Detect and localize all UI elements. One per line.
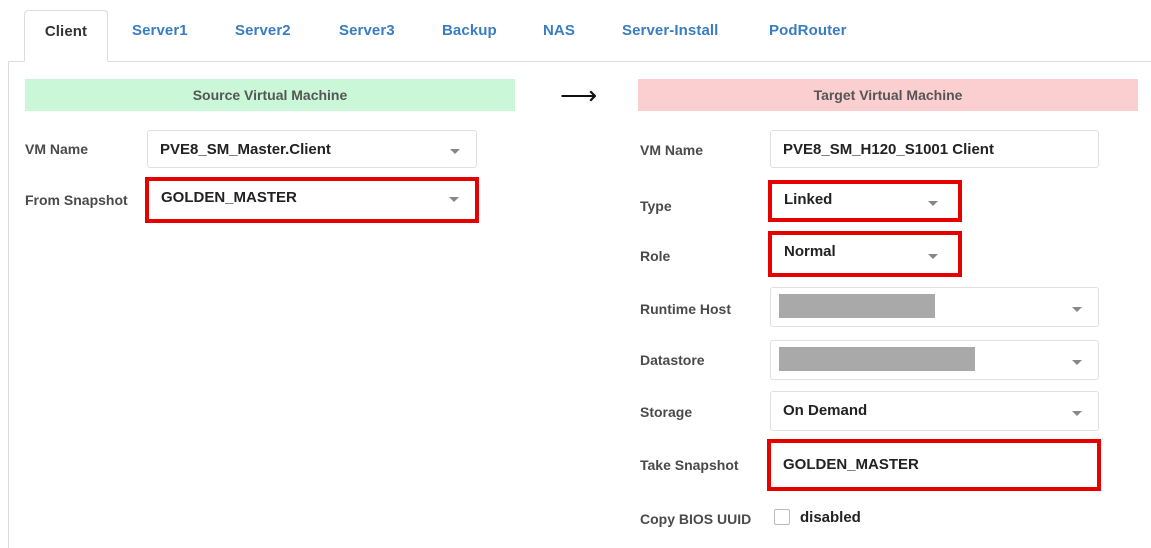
panel-border [8, 61, 9, 548]
source-vm-name-select[interactable]: PVE8_SM_Master.Client [147, 130, 477, 168]
source-vm-name-label: VM Name [25, 141, 89, 157]
target-role-select[interactable]: Normal [772, 235, 958, 273]
target-type-label: Type [640, 198, 672, 214]
target-vm-name-input[interactable]: PVE8_SM_H120_S1001 Client [770, 130, 1099, 168]
target-storage-label: Storage [640, 404, 693, 420]
source-snapshot-highlight: GOLDEN_MASTER [145, 177, 479, 223]
target-role-label: Role [640, 248, 671, 264]
chevron-down-icon [450, 149, 460, 154]
source-snapshot-value: GOLDEN_MASTER [161, 189, 297, 206]
chevron-down-icon [1072, 411, 1082, 416]
arrow-right-icon: ⟶ [560, 80, 598, 110]
target-runtime-host-select[interactable] [770, 287, 1099, 327]
target-runtime-host-label: Runtime Host [640, 301, 731, 317]
redacted-value [779, 347, 975, 371]
tab-server1[interactable]: Server1 [132, 22, 188, 39]
chevron-down-icon [449, 197, 459, 202]
target-take-snapshot-label: Take Snapshot [640, 457, 739, 473]
tab-server2[interactable]: Server2 [235, 22, 291, 39]
target-take-snapshot-input[interactable]: GOLDEN_MASTER [771, 443, 1097, 487]
target-type-highlight: Linked [768, 180, 962, 222]
tab-server3[interactable]: Server3 [339, 22, 395, 39]
target-datastore-select[interactable] [770, 340, 1099, 380]
target-take-snapshot-highlight: GOLDEN_MASTER [767, 439, 1101, 491]
target-datastore-label: Datastore [640, 352, 705, 368]
target-vm-name-value: PVE8_SM_H120_S1001 Client [783, 141, 994, 158]
source-vm-name-value: PVE8_SM_Master.Client [160, 141, 331, 158]
tab-bar: Client Server1 Server2 Server3 Backup NA… [0, 0, 1151, 62]
target-copy-bios-label: Copy BIOS UUID [640, 511, 752, 527]
target-type-select[interactable]: Linked [772, 184, 958, 218]
copy-bios-checkbox-text: disabled [800, 509, 861, 526]
target-role-highlight: Normal [768, 231, 962, 277]
tab-server-install[interactable]: Server-Install [622, 22, 718, 39]
tab-divider [8, 61, 1151, 62]
target-role-value: Normal [784, 243, 836, 260]
chevron-down-icon [928, 201, 938, 206]
source-snapshot-label: From Snapshot [25, 192, 128, 208]
tab-client[interactable]: Client [24, 10, 108, 62]
tab-nas[interactable]: NAS [543, 22, 575, 39]
source-snapshot-select[interactable]: GOLDEN_MASTER [149, 181, 475, 219]
chevron-down-icon [928, 254, 938, 259]
chevron-down-icon [1072, 307, 1082, 312]
redacted-value [779, 294, 935, 318]
target-vm-header: Target Virtual Machine [638, 79, 1138, 111]
target-take-snapshot-value: GOLDEN_MASTER [783, 456, 919, 473]
tab-podrouter[interactable]: PodRouter [769, 22, 847, 39]
target-type-value: Linked [784, 191, 833, 208]
target-storage-select[interactable]: On Demand [770, 391, 1099, 431]
target-vm-name-label: VM Name [640, 142, 704, 158]
target-storage-value: On Demand [783, 402, 868, 419]
chevron-down-icon [1072, 360, 1082, 365]
source-vm-header: Source Virtual Machine [25, 79, 515, 111]
copy-bios-checkbox[interactable] [774, 509, 790, 525]
tab-backup[interactable]: Backup [442, 22, 497, 39]
